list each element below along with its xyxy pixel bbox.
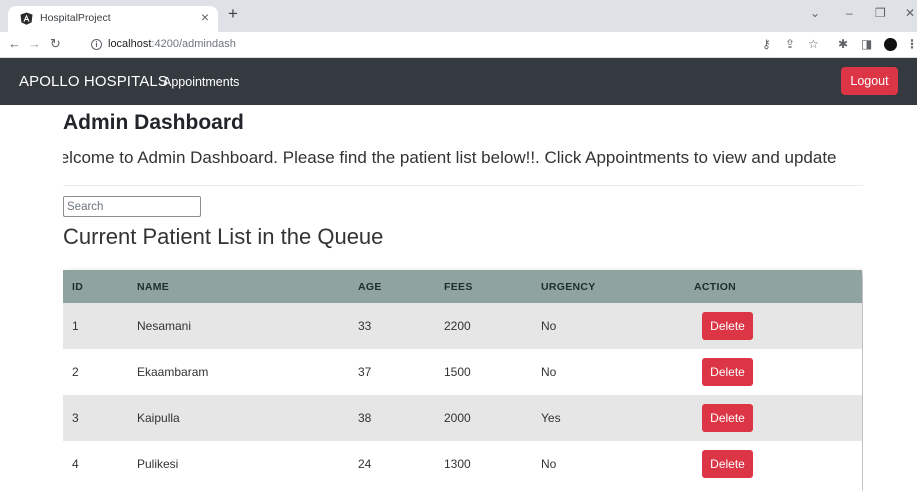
welcome-text: /elcome to Admin Dashboard. Please find … [63,148,837,167]
column-header-action: ACTION [694,280,737,293]
cell-action: Delete [694,303,862,349]
column-header-name: NAME [137,280,170,293]
new-tab-button[interactable]: + [228,4,238,24]
column-header-fees: FEES [444,280,473,293]
cell-fees: 1300 [444,457,471,471]
brand-link[interactable]: APOLLO HOSPITALS [19,73,168,90]
divider [63,185,863,186]
patient-list-heading: Current Patient List in the Queue [63,224,384,249]
appointments-link[interactable]: Appointments [163,75,239,89]
cell-name: Kaipulla [137,411,180,425]
cell-action: Delete [694,349,862,395]
main-content: Admin Dashboard /elcome to Admin Dashboa… [63,105,863,491]
cell-action: Delete [694,441,862,487]
extensions-icon[interactable]: ✱ [838,37,848,51]
window-close-icon[interactable]: ✕ [905,6,915,20]
cell-age: 24 [358,457,372,471]
table-row: 3 Kaipulla 38 2000 Yes Delete [63,395,862,441]
key-icon[interactable]: ⚷ [762,37,771,51]
menu-icon[interactable]: ⋮ [906,37,917,51]
column-header-id: ID [72,280,84,293]
logout-button[interactable]: Logout [841,67,898,95]
cell-urgency: No [541,319,557,333]
table-row: 2 Ekaambaram 37 1500 No Delete [63,349,862,395]
search-input[interactable] [63,196,201,217]
table-row: 4 Pulikesi 24 1300 No Delete [63,441,862,487]
back-icon[interactable]: ← [8,36,21,52]
browser-tab[interactable]: HospitalProject × [8,6,218,32]
cell-name: Pulikesi [137,457,179,471]
patient-table-container: ID NAME AGE FEES URGENCY ACTION 1 Nesama… [63,270,862,491]
minimize-icon[interactable]: – [846,6,853,20]
share-icon[interactable]: ⇪ [785,37,795,51]
info-icon[interactable]: i [91,39,102,50]
browser-tabstrip: HospitalProject × + ⌄ – ❐ ✕ [0,0,917,32]
patient-table: ID NAME AGE FEES URGENCY ACTION 1 Nesama… [63,270,862,487]
delete-button[interactable]: Delete [702,404,753,432]
url-path: :4200/admindash [151,38,236,50]
forward-icon[interactable]: → [28,36,41,52]
tab-title: HospitalProject [40,12,111,24]
close-icon[interactable]: × [201,9,209,25]
restore-icon[interactable]: ❐ [875,6,886,20]
cell-fees: 1500 [444,365,471,379]
angular-icon [20,12,33,25]
table-header-row: ID NAME AGE FEES URGENCY ACTION [63,270,862,303]
column-header-age: AGE [358,280,382,293]
cell-fees: 2200 [444,319,471,333]
sidepanel-icon[interactable]: ◨ [861,37,872,51]
app-navbar: APOLLO HOSPITALS Appointments Logout [0,58,917,105]
cell-id: 3 [72,411,79,425]
delete-button[interactable]: Delete [702,312,753,340]
reload-icon[interactable]: ↻ [50,36,61,52]
cell-id: 2 [72,365,79,379]
cell-id: 1 [72,319,79,333]
cell-urgency: No [541,365,557,379]
cell-age: 37 [358,365,372,379]
page-title: Admin Dashboard [63,111,244,134]
delete-button[interactable]: Delete [702,358,753,386]
cell-fees: 2000 [444,411,471,425]
avatar[interactable] [884,38,897,51]
url-host: localhost [108,38,152,50]
cell-urgency: No [541,457,557,471]
table-row: 1 Nesamani 33 2200 No Delete [63,303,862,349]
cell-urgency: Yes [541,411,561,425]
cell-name: Ekaambaram [137,365,209,379]
star-icon[interactable]: ☆ [808,37,819,51]
delete-button[interactable]: Delete [702,450,753,478]
column-header-urgency: URGENCY [541,280,596,293]
cell-action: Delete [694,395,862,441]
browser-toolbar: ← → ↻ i localhost:4200/admindash ⚷ ⇪ ☆ ✱… [0,32,917,58]
address-bar[interactable]: localhost:4200/admindash [108,38,236,50]
cell-name: Nesamani [137,319,192,333]
cell-age: 38 [358,411,372,425]
cell-age: 33 [358,319,372,333]
tab-search-icon[interactable]: ⌄ [810,6,820,20]
cell-id: 4 [72,457,79,471]
